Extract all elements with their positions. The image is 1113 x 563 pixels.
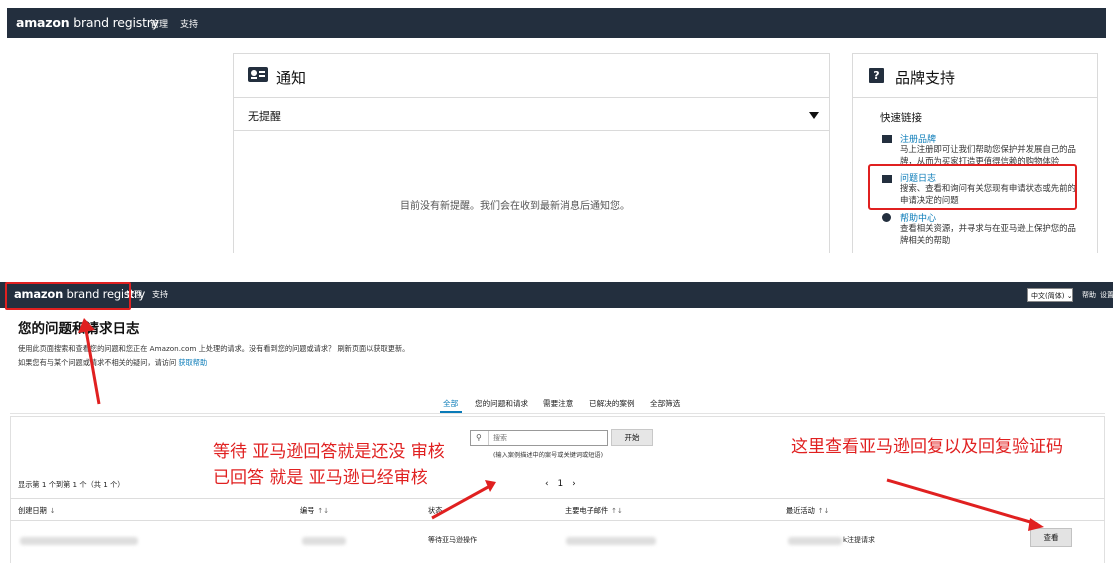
chevron-down-icon: ⌄ xyxy=(1066,292,1073,300)
col-case-id[interactable]: 编号 ↑↓ xyxy=(300,506,329,516)
search-input[interactable] xyxy=(493,432,603,444)
sort-arrow-icon: ↑↓ xyxy=(317,507,330,515)
help-center-desc: 查看相关资源，并寻求与在亚马逊上保护您的品 牌相关的帮助 xyxy=(900,223,1076,245)
row-activity-suffix: k注提请求 xyxy=(843,536,876,544)
help-link[interactable]: 帮助 xyxy=(1082,290,1096,300)
annotation-view-reply: 这里查看亚马逊回复以及回复验证码 xyxy=(791,437,1063,457)
col-last-activity[interactable]: 最近活动 ↑↓ xyxy=(786,506,830,516)
chevron-down-icon[interactable] xyxy=(809,112,819,119)
language-select[interactable]: 中文(简体) ⌄ xyxy=(1027,288,1073,302)
magnifier-icon: ⚲ xyxy=(476,433,482,442)
redacted-date xyxy=(20,537,138,545)
redacted-case-id xyxy=(302,537,346,545)
search-field[interactable]: ⚲ xyxy=(470,430,608,446)
active-tab-indicator xyxy=(440,411,462,413)
col-created-date[interactable]: 创建日期 ↓ xyxy=(18,506,56,516)
highlight-case-log xyxy=(868,164,1077,210)
notification-filter-value[interactable]: 无提醒 xyxy=(248,108,281,124)
page-title: 您的问题和请求日志 xyxy=(18,321,140,337)
page-help-line: 如果您有与某个问题或请求不相关的疑问，请访问 获取帮助 xyxy=(18,358,208,367)
nav-support[interactable]: 支持 xyxy=(180,17,198,30)
nav-manage[interactable]: 管理 xyxy=(150,17,168,30)
brand-support-title: 品牌支持 xyxy=(895,69,956,87)
sort-arrow-icon: ↑↓ xyxy=(817,507,830,515)
empty-notifications-message: 目前没有新提醒。我们会在收到最新消息后通知您。 xyxy=(400,201,630,212)
pager-next[interactable]: › xyxy=(572,479,577,489)
tab-your-cases[interactable]: 您的问题和请求 xyxy=(475,398,528,409)
tab-resolved[interactable]: 已解决的案例 xyxy=(589,398,635,409)
annotation-answered: 已回答 就是 亚马逊已经审核 xyxy=(213,468,428,488)
pagination: ‹ 1 › xyxy=(545,479,577,489)
search-start-button[interactable]: 开始 xyxy=(611,429,653,446)
redacted-email xyxy=(566,537,656,545)
settings-link[interactable]: 设置 xyxy=(1100,290,1113,300)
top-navbar: amazon brand registry 管理 支持 xyxy=(7,8,1106,38)
folder-icon xyxy=(882,135,892,143)
notifications-title: 通知 xyxy=(276,69,307,87)
bottom-navbar: amazon brand registry 管理 支持 中文(简体) ⌄ 帮助 … xyxy=(0,282,1113,308)
pager-prev[interactable]: ‹ xyxy=(545,479,550,489)
quick-links-title: 快速链接 xyxy=(880,112,922,124)
redacted-activity xyxy=(788,537,842,545)
question-square-icon: ? xyxy=(869,68,884,83)
col-status[interactable]: 状态 xyxy=(428,506,445,516)
tab-all-filters[interactable]: 全部筛选 xyxy=(650,398,680,409)
top-screenshot: amazon brand registry 管理 支持 通知 无提醒 目前没有新… xyxy=(0,0,1113,262)
sort-arrow-icon: ↓ xyxy=(49,507,56,515)
annotation-pending: 等待 亚马逊回答就是还没 审核 xyxy=(213,442,445,462)
brand-registry-logo[interactable]: amazon brand registry xyxy=(16,15,159,30)
notifications-card: 通知 无提醒 目前没有新提醒。我们会在收到最新消息后通知您。 xyxy=(233,53,830,253)
sort-arrow-icon: ↑↓ xyxy=(611,507,623,515)
question-circle-icon xyxy=(882,213,891,222)
id-card-icon xyxy=(248,67,268,82)
bottom-screenshot: amazon brand registry 管理 支持 中文(简体) ⌄ 帮助 … xyxy=(0,262,1113,563)
view-button[interactable]: 查看 xyxy=(1030,528,1072,547)
tab-needs-attention[interactable]: 需要注意 xyxy=(543,398,573,409)
highlight-logo xyxy=(5,282,131,310)
brand-support-card: ? 品牌支持 快速链接 注册品牌 马上注册即可让我们帮助您保护并发展自己的品 牌，… xyxy=(852,53,1098,253)
col-primary-email[interactable]: 主要电子邮件 ↑↓ xyxy=(565,506,623,516)
results-count: 显示第 1 个到第 1 个（共 1 个） xyxy=(18,480,125,489)
page-description: 使用此页面搜索和查看您的问题和您正在 Amazon.com 上处理的请求。没有看… xyxy=(18,344,410,353)
row-status: 等待亚马逊操作 xyxy=(428,536,477,544)
get-help-link[interactable]: 获取帮助 xyxy=(178,358,207,367)
nav-support[interactable]: 支持 xyxy=(152,289,168,300)
tab-all[interactable]: 全部 xyxy=(443,398,458,409)
search-hint: (输入案例描述中的案号或关键词或短语) xyxy=(493,452,604,459)
pager-page[interactable]: 1 xyxy=(557,479,564,489)
